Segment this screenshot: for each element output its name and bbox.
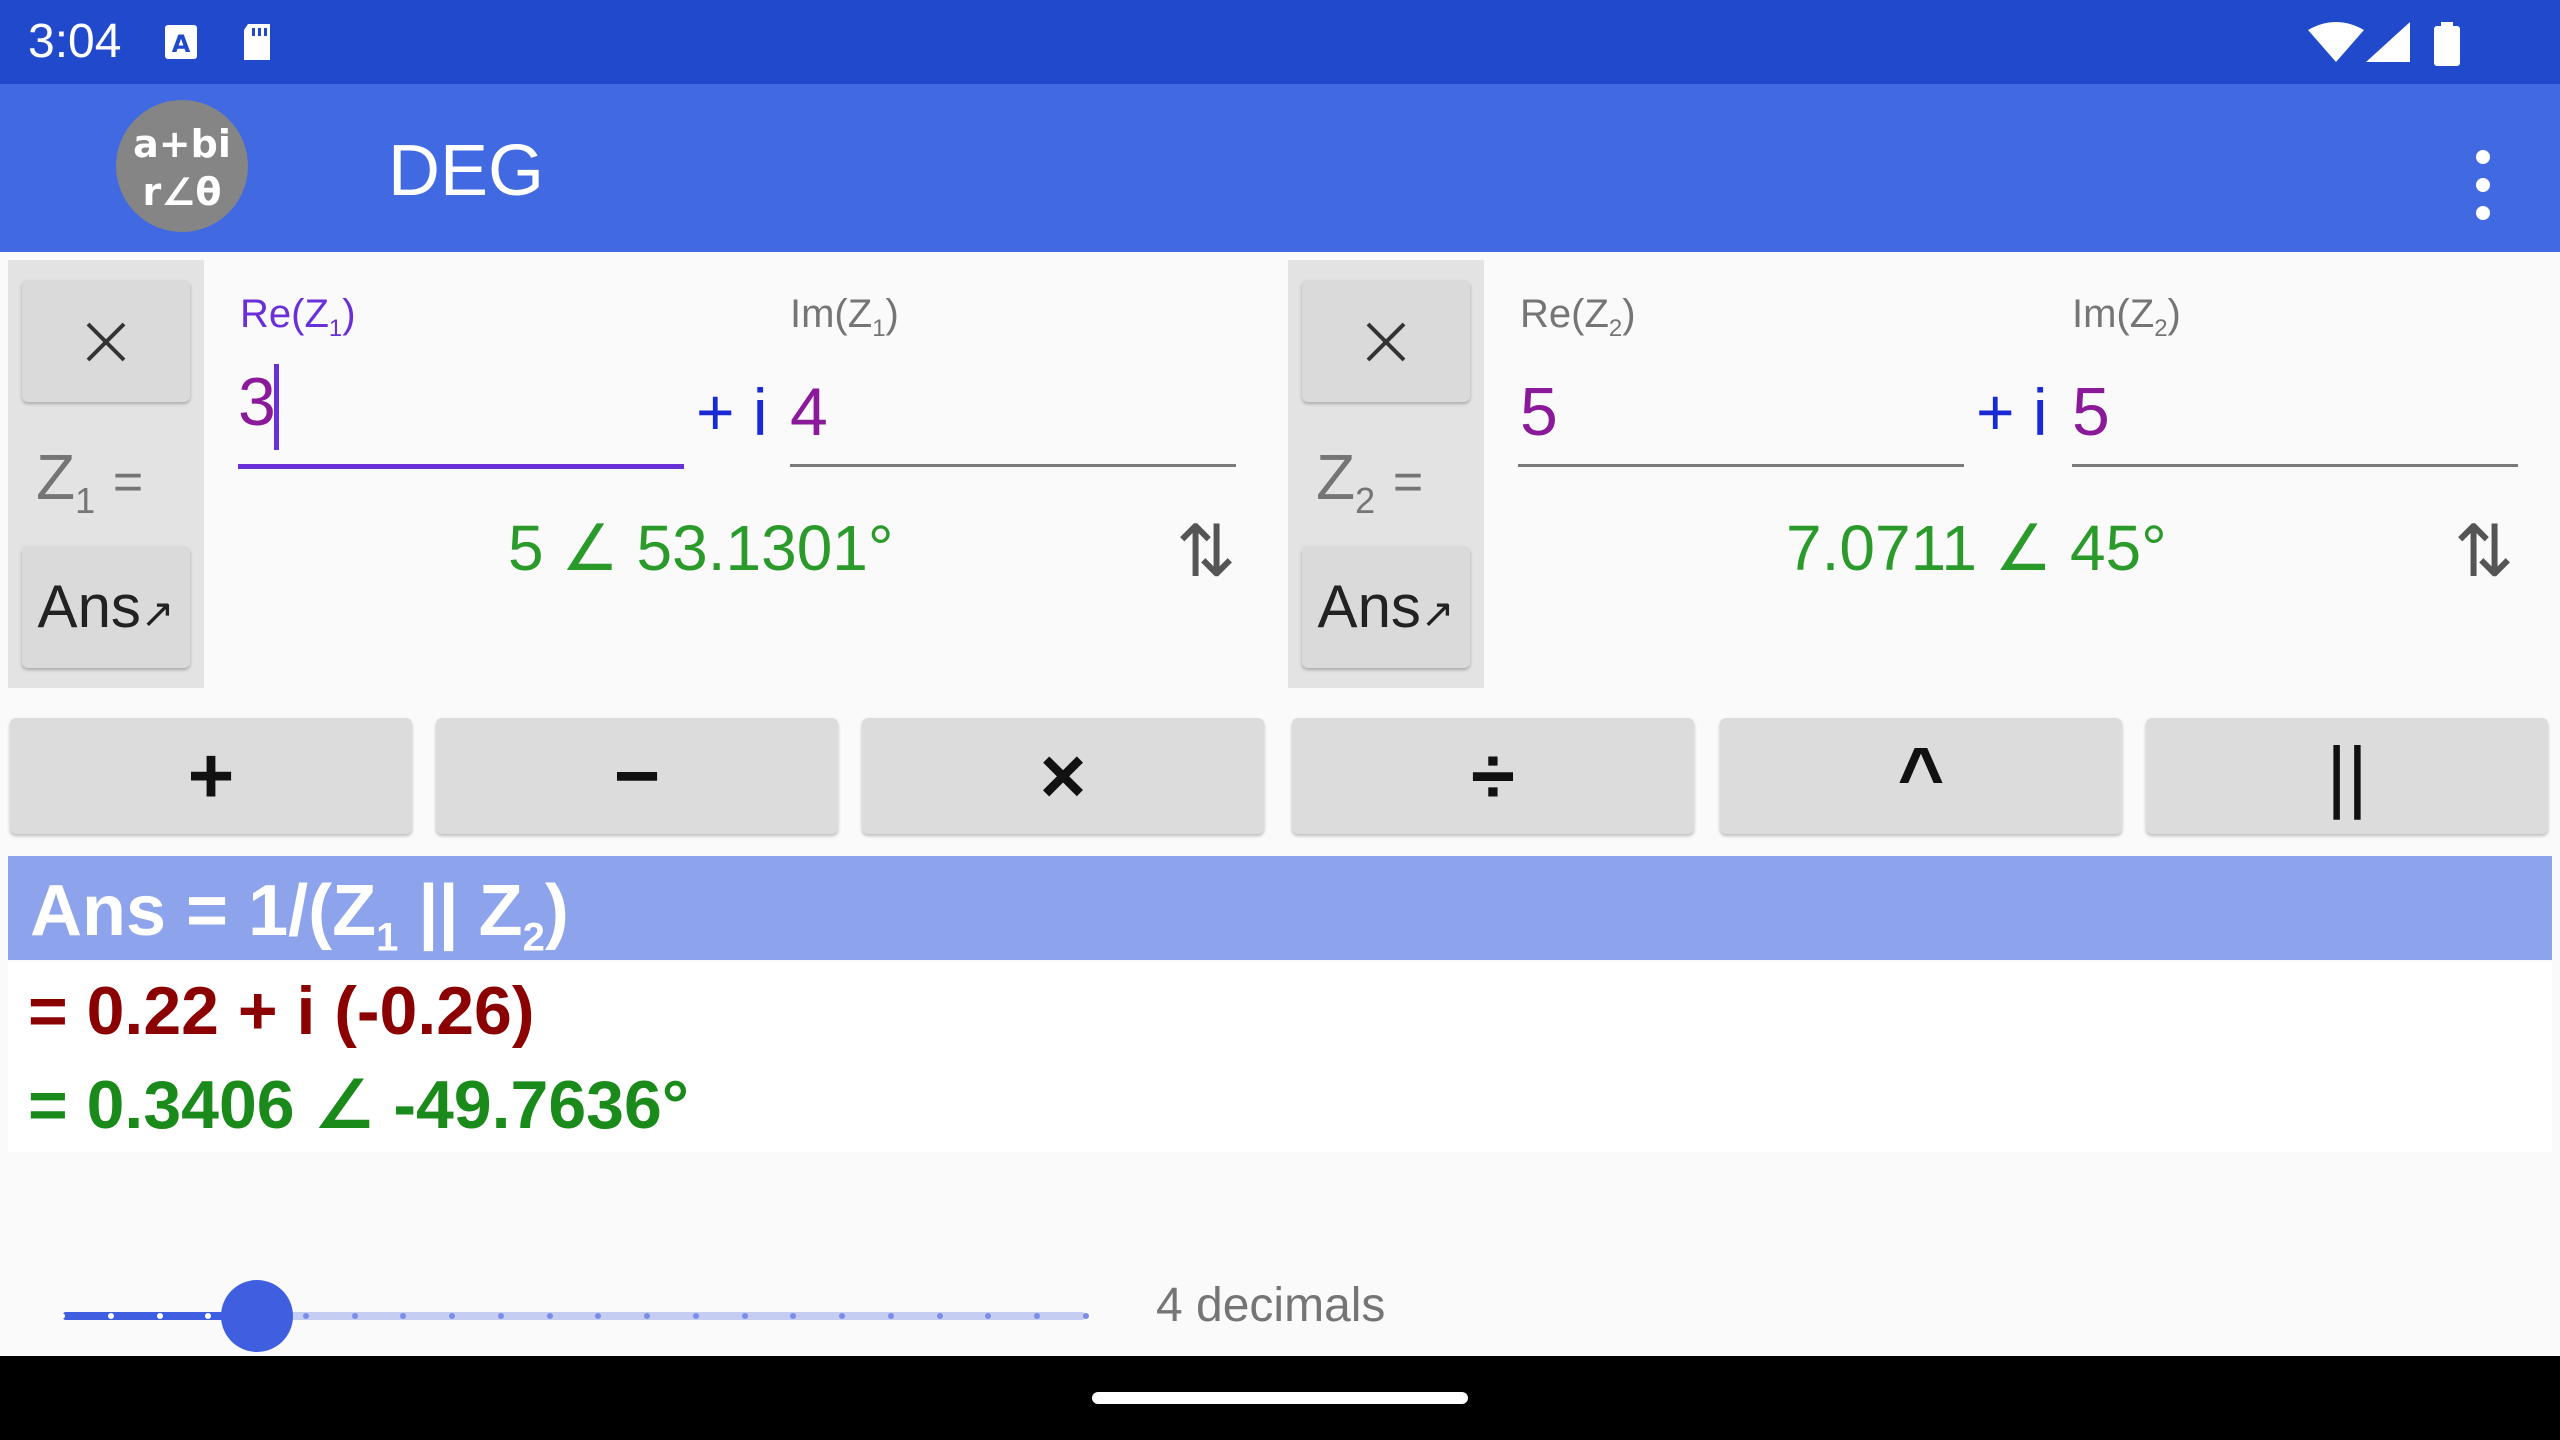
power-button[interactable]: ^ <box>1720 718 2122 834</box>
z2-swap-icon[interactable]: ⇅ <box>2454 512 2514 592</box>
z2-re-label: Re(Z2) <box>1520 292 1636 342</box>
mode-badge-line2: r∠θ <box>142 170 222 214</box>
z2-re-underline <box>1518 464 1964 467</box>
z1-clear-button[interactable] <box>22 280 190 402</box>
clock: 3:04 <box>28 15 122 68</box>
close-icon <box>86 322 126 362</box>
z1-im-input[interactable]: 4 <box>790 362 1236 472</box>
battery-icon <box>2432 22 2462 66</box>
parallel-button[interactable]: || <box>2146 718 2548 834</box>
sd-card-icon <box>240 22 274 62</box>
slider-tick <box>205 1313 211 1319</box>
decimals-slider-thumb[interactable] <box>221 1280 293 1352</box>
rect-polar-toggle-button[interactable]: a+bi r∠θ <box>116 100 248 232</box>
slider-tick <box>498 1313 504 1319</box>
slider-tick <box>693 1313 699 1319</box>
slider-tick <box>59 1313 65 1319</box>
z2-polar-value: 7.0711 ∠ 45° <box>1786 512 2167 584</box>
z2-plus-i: + i <box>1976 375 2048 449</box>
text-a-icon: A <box>164 22 198 62</box>
multiply-button[interactable]: × <box>862 718 1264 834</box>
slider-tick <box>400 1313 406 1319</box>
z1-re-underline <box>238 464 684 469</box>
angle-mode-toggle[interactable]: DEG <box>388 128 544 214</box>
slider-tick <box>1034 1313 1040 1319</box>
z2-label: Z2 = <box>1316 441 1424 521</box>
text-cursor <box>274 364 279 450</box>
slider-tick <box>547 1313 553 1319</box>
z1-ans-button[interactable]: Ans↗ <box>22 546 190 668</box>
z1-re-label: Re(Z1) <box>240 292 356 342</box>
subtract-button[interactable]: − <box>436 718 838 834</box>
z1-polar-value: 5 ∠ 53.1301° <box>508 512 894 584</box>
z2-re-input[interactable]: 5 <box>1518 362 1964 472</box>
mode-badge-line1: a+bi <box>133 122 231 166</box>
z2-ans-button[interactable]: Ans↗ <box>1302 546 1470 668</box>
add-button[interactable]: + <box>10 718 412 834</box>
slider-tick <box>790 1313 796 1319</box>
slider-tick <box>742 1313 748 1319</box>
slider-tick <box>352 1313 358 1319</box>
z1-re-input[interactable]: 3 <box>238 362 684 472</box>
slider-tick <box>303 1313 309 1319</box>
decimals-label: 4 decimals <box>1156 1279 1386 1332</box>
slider-tick <box>595 1313 601 1319</box>
slider-tick <box>644 1313 650 1319</box>
close-icon <box>1366 322 1406 362</box>
status-bar: 3:04 A <box>0 0 2560 84</box>
wifi-icon <box>2308 22 2364 62</box>
z1-plus-i: + i <box>696 375 768 449</box>
z1-label: Z1 = <box>36 441 144 521</box>
overflow-menu-icon[interactable] <box>2470 150 2496 220</box>
slider-tick <box>937 1313 943 1319</box>
slider-tick <box>888 1313 894 1319</box>
slider-tick <box>108 1313 114 1319</box>
z2-im-input[interactable]: 5 <box>2072 362 2518 472</box>
signal-icon <box>2364 22 2412 62</box>
svg-text:A: A <box>172 30 191 58</box>
z2-clear-button[interactable] <box>1302 280 1470 402</box>
home-gesture-handle[interactable] <box>1092 1392 1468 1404</box>
result-polar: = 0.3406 ∠ -49.7636° <box>28 1067 689 1143</box>
z2-im-label: Im(Z2) <box>2072 292 2181 342</box>
app-bar <box>0 84 2560 252</box>
slider-tick <box>985 1313 991 1319</box>
z1-im-label: Im(Z1) <box>790 292 899 342</box>
z1-im-underline <box>790 464 1236 467</box>
divide-button[interactable]: ÷ <box>1292 718 1694 834</box>
slider-tick <box>449 1313 455 1319</box>
z1-swap-icon[interactable]: ⇅ <box>1176 512 1236 592</box>
slider-tick <box>1083 1313 1089 1319</box>
result-rectangular: = 0.22 + i (-0.26) <box>28 973 535 1049</box>
slider-tick <box>157 1313 163 1319</box>
slider-tick <box>839 1313 845 1319</box>
z2-im-underline <box>2072 464 2518 467</box>
